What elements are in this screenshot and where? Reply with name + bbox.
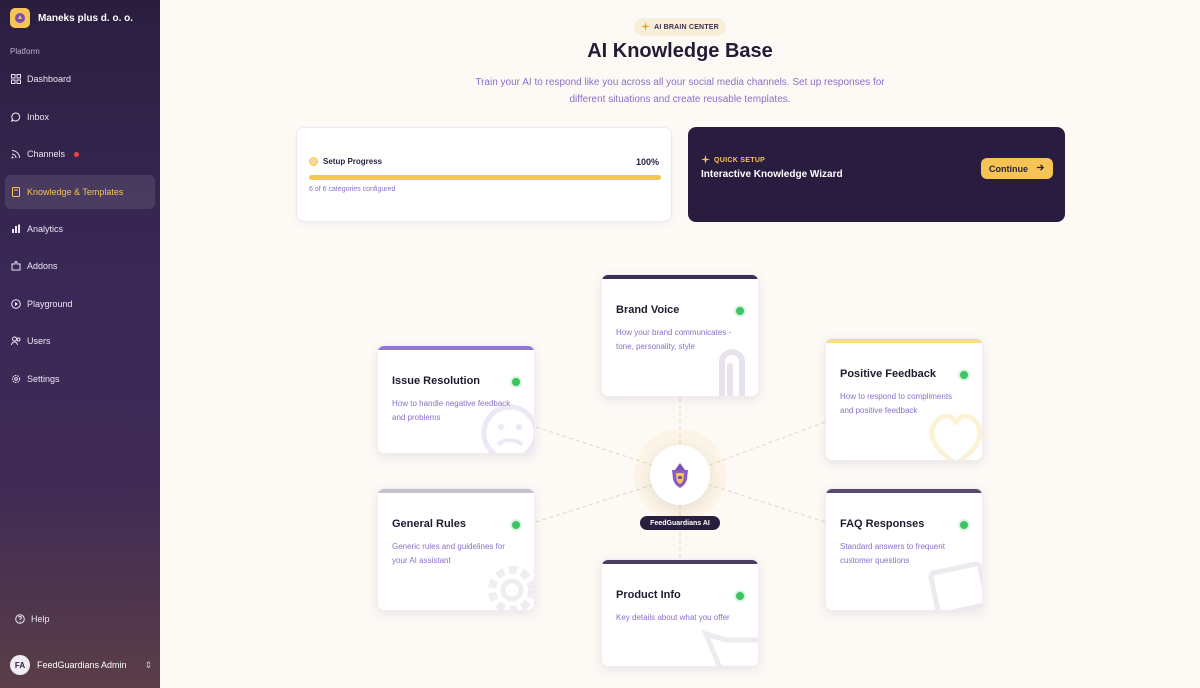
- book-icon: [11, 187, 21, 197]
- ai-brain-center-badge: AI BRAIN CENTER: [634, 18, 726, 36]
- card-title: General Rules: [392, 518, 466, 530]
- status-dot: [512, 521, 520, 529]
- progress-bar: [309, 175, 661, 180]
- card-product-info[interactable]: Product Info Key details about what you …: [601, 559, 759, 667]
- gear-icon: [488, 566, 534, 610]
- help-link[interactable]: Help: [15, 614, 50, 624]
- sidebar-item-label: Settings: [27, 374, 60, 384]
- sidebar-item-inbox[interactable]: Inbox: [5, 100, 155, 134]
- card-accent-bar: [378, 489, 534, 493]
- grid-icon: [11, 74, 21, 84]
- avatar: FA: [10, 655, 30, 675]
- sidebar-item-channels[interactable]: Channels: [5, 137, 155, 171]
- paperclip-icon: [719, 349, 745, 396]
- card-title: Brand Voice: [616, 304, 680, 316]
- page-subtitle: Train your AI to respond like you across…: [475, 77, 885, 105]
- card-accent-bar: [602, 275, 758, 279]
- gear-icon: [11, 374, 21, 384]
- section-label: Platform: [10, 47, 40, 56]
- user-menu[interactable]: FA FeedGuardians Admin ⇕: [10, 655, 152, 675]
- card-accent-bar: [602, 560, 758, 564]
- card-accent-bar: [826, 339, 982, 343]
- continue-button-label: Continue: [989, 163, 1028, 174]
- help-label: Help: [31, 614, 50, 624]
- wizard-title: Interactive Knowledge Wizard: [701, 169, 843, 180]
- quick-setup-kicker: QUICK SETUP: [701, 155, 765, 166]
- continue-button[interactable]: Continue: [981, 158, 1053, 179]
- card-positive-feedback[interactable]: Positive Feedback How to respond to comp…: [825, 338, 983, 461]
- org-name: Maneks plus d. o. o.: [38, 12, 134, 24]
- shield-mascot-icon: [672, 463, 688, 488]
- card-general-rules[interactable]: General Rules Generic rules and guidelin…: [377, 488, 535, 611]
- card-description: Key details about what you offer: [616, 613, 730, 622]
- card-title: Positive Feedback: [840, 368, 936, 380]
- sidebar-item-label: Inbox: [27, 112, 50, 122]
- sidebar-item-analytics[interactable]: Analytics: [5, 212, 155, 246]
- card-accent-bar: [378, 346, 534, 350]
- sparkle-icon: [641, 21, 651, 33]
- progress-indicator-icon: [309, 157, 318, 166]
- sidebar-item-addons[interactable]: Addons: [5, 249, 155, 283]
- sidebar-item-label: Analytics: [27, 224, 64, 234]
- sidebar-item-label: Playground: [27, 299, 73, 309]
- org-switcher[interactable]: Maneks plus d. o. o.: [10, 8, 133, 28]
- progress-bar-fill: [309, 175, 661, 180]
- rss-icon: [11, 149, 21, 159]
- card-title: FAQ Responses: [840, 518, 925, 530]
- card-brand-voice[interactable]: Brand Voice How your brand communicates …: [601, 274, 759, 397]
- bar-chart-icon: [11, 224, 21, 234]
- sad-face-icon: [481, 404, 534, 453]
- hub-label: FeedGuardians AI: [640, 516, 720, 530]
- sidebar-item-label: Dashboard: [27, 74, 72, 84]
- help-icon: [15, 614, 25, 624]
- sidebar-item-label: Addons: [27, 261, 58, 271]
- progress-subtext: 6 of 6 categories configured: [309, 186, 396, 193]
- card-faq-responses[interactable]: FAQ Responses Standard answers to freque…: [825, 488, 983, 611]
- progress-label-text: Setup Progress: [323, 157, 383, 166]
- heart-icon: [929, 413, 982, 460]
- chat-bubble-icon: [11, 112, 21, 122]
- sidebar-item-label: Users: [27, 336, 51, 346]
- ai-hub[interactable]: [650, 445, 710, 505]
- status-dot: [960, 521, 968, 529]
- status-dot: [960, 371, 968, 379]
- arrow-right-icon: [1036, 163, 1045, 174]
- sidebar-item-settings[interactable]: Settings: [5, 362, 155, 396]
- sidebar: Maneks plus d. o. o. Platform Dashboard …: [0, 0, 160, 688]
- status-dot: [736, 592, 744, 600]
- status-dot: [512, 378, 520, 386]
- sidebar-item-dashboard[interactable]: Dashboard: [5, 62, 155, 96]
- page-title: AI Knowledge Base: [587, 40, 773, 62]
- progress-percent: 100%: [635, 157, 659, 167]
- user-name: FeedGuardians Admin: [37, 660, 127, 670]
- card-issue-resolution[interactable]: Issue Resolution How to handle negative …: [377, 345, 535, 454]
- status-dot: [736, 307, 744, 315]
- sidebar-item-users[interactable]: Users: [5, 324, 155, 358]
- sidebar-item-knowledge-templates[interactable]: Knowledge & Templates: [5, 175, 155, 209]
- document-icon: [928, 561, 982, 610]
- card-title: Issue Resolution: [392, 375, 481, 387]
- setup-progress-label: Setup Progress: [309, 157, 382, 166]
- quick-setup-label: QUICK SETUP: [714, 157, 766, 164]
- badge-label: AI BRAIN CENTER: [654, 23, 719, 31]
- sidebar-item-label: Knowledge & Templates: [27, 187, 124, 197]
- card-accent-bar: [826, 489, 982, 493]
- sidebar-item-label: Channels: [27, 149, 66, 159]
- setup-progress-card: Setup Progress 100% 6 of 6 categories co…: [296, 127, 672, 222]
- card-title: Product Info: [616, 589, 681, 601]
- chevron-up-down-icon: ⇕: [144, 659, 152, 670]
- org-logo-icon: [10, 8, 30, 28]
- sidebar-item-playground[interactable]: Playground: [5, 287, 155, 321]
- sparkle-icon: [701, 155, 710, 166]
- users-icon: [11, 336, 21, 346]
- puzzle-icon: [11, 261, 21, 271]
- box-icon: [701, 630, 758, 666]
- play-icon: [11, 299, 21, 309]
- alert-dot: [74, 151, 80, 157]
